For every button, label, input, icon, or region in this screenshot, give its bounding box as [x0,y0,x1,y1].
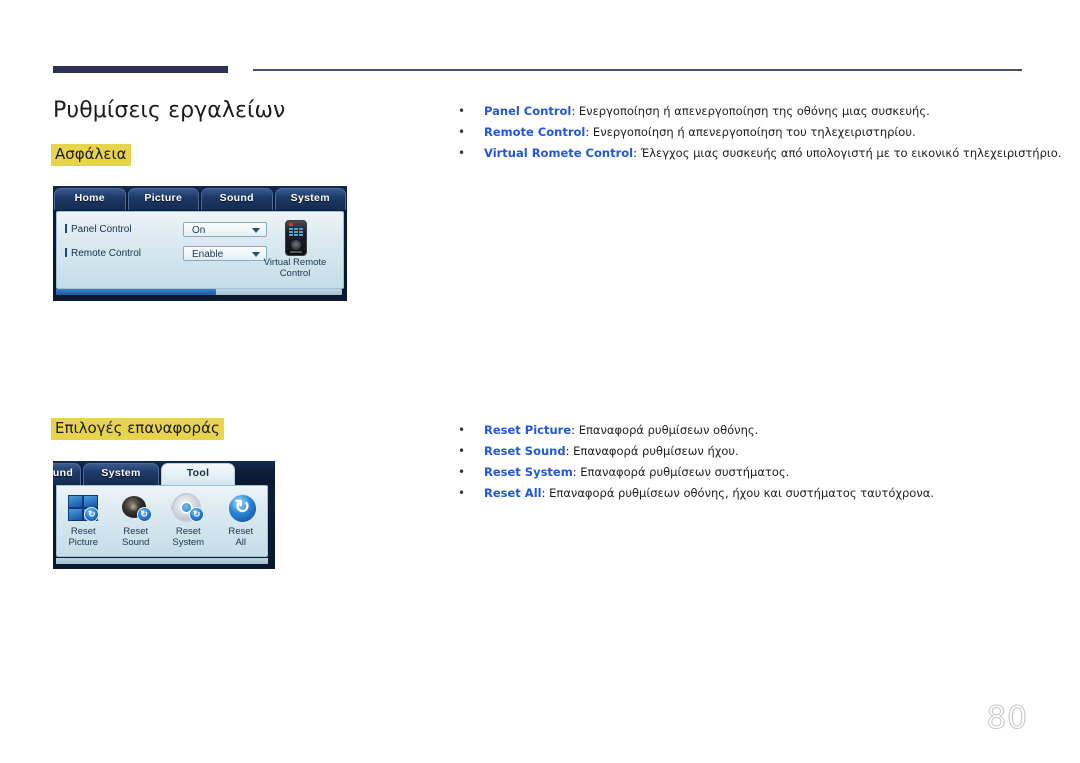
list-item: • Reset System: Επαναφορά ρυθμίσεων συστή… [458,462,934,483]
bullet-marker: • [458,146,466,160]
bullet-list-security: • Panel Control: Ενεργοποίηση ή απενεργοπ… [458,101,1061,164]
virtual-remote-caption-line1: Virtual Remote [263,257,327,268]
reset-system-label-line1: Reset [175,526,201,537]
virtual-remote-control-caption: Virtual Remote Control [245,257,345,279]
bullet-description: Επαναφορά ρυθμίσεων συστήματος. [580,465,790,479]
reset-all-item[interactable]: ↻ Reset All [215,493,268,548]
bullet-marker: • [458,444,466,458]
bullet-term: Reset System [484,465,573,479]
bullet-separator: : [571,423,579,437]
bullet-description: Επαναφορά ρυθμίσεων ήχου. [573,444,739,458]
reset-sound-icon: ↻ [119,493,153,523]
list-item: • Remote Control: Ενεργοποίηση ή απενεργο… [458,122,1061,143]
tab-picture[interactable]: Picture [127,188,199,210]
bullet-description: Ενεργοποίηση ή απενεργοποίηση της οθόνης… [578,104,930,118]
bullet-term: Reset All [484,486,542,500]
osd-panel-body: ↻ Reset Picture ↻ Reset Sound ↻ Reset Sy… [56,485,268,557]
header-accent-bar [53,66,228,73]
bullet-description: Ενεργοποίηση ή απενεργοποίηση του τηλεχε… [592,125,916,139]
bullet-marker: • [458,125,466,139]
reset-picture-icon: ↻ [66,493,100,523]
tab-system[interactable]: System [83,463,159,485]
section-heading-security: Ασφάλεια [51,144,131,167]
bullet-marker: • [458,104,466,118]
panel-control-value: On [192,225,206,236]
osd-scrollbar[interactable] [56,289,342,295]
reset-sound-label-line1: Reset [123,526,149,537]
bullet-marker: • [458,423,466,437]
page-number: 80 [986,700,1028,737]
list-item: • Reset All: Επαναφορά ρυθμίσεων οθόνης, … [458,483,934,504]
reset-all-icon: ↻ [224,493,258,523]
virtual-remote-caption-line2: Control [279,268,311,279]
bullet-separator: : [565,444,574,458]
bullet-description: Επαναφορά ρυθμίσεων οθόνης, ήχου και συσ… [549,486,934,500]
remote-control-value: Enable [192,249,224,260]
reset-picture-label-line2: Picture [68,537,99,548]
header-rule [253,69,1022,71]
remote-control-icon [285,220,307,256]
bullet-separator: : [585,125,593,139]
remote-control-label: Remote Control [65,248,141,259]
bullet-term: Reset Picture [484,423,572,437]
bullet-description: Έλεγχος μιας συσκευής από υπολογιστή με … [640,146,1062,160]
list-item: • Panel Control: Ενεργοποίηση ή απενεργοπ… [458,101,1061,122]
reset-picture-label-line1: Reset [70,526,96,537]
panel-control-label: Panel Control [65,224,132,235]
reset-system-item[interactable]: ↻ Reset System [162,493,215,548]
reset-picture-item[interactable]: ↻ Reset Picture [57,493,110,548]
bullet-marker: • [458,486,466,500]
osd-screenshot-security: Home Picture Sound System Panel Control … [53,186,347,301]
reset-system-icon: ↻ [171,493,205,523]
tab-sound-cropped[interactable]: und [53,463,81,485]
osd-panel-body: Panel Control On Remote Control Enable V… [56,211,344,289]
bullet-term: Virtual Romete Control [484,146,634,160]
osd-screenshot-reset: und System Tool ↻ Reset Picture ↻ Reset … [53,461,275,569]
reset-system-label-line2: System [172,537,205,548]
bullet-marker: • [458,465,466,479]
osd-footer-bar [56,558,268,564]
bullet-term: Remote Control [484,125,586,139]
list-item: • Reset Picture: Επαναφορά ρυθμίσεων οθόν… [458,420,934,441]
reset-sound-label-line2: Sound [122,537,150,548]
bullet-separator: : [541,486,550,500]
virtual-remote-control-item[interactable]: Virtual Remote Control [245,214,345,284]
tab-tool[interactable]: Tool [161,463,235,485]
reset-all-label-line2: All [235,537,247,548]
osd-tabstrip: und System Tool [53,461,275,485]
reset-sound-item[interactable]: ↻ Reset Sound [110,493,163,548]
refresh-icon: ↻ [227,494,257,523]
refresh-badge-icon: ↻ [189,507,205,522]
section-heading-reset: Επιλογές επαναφοράς [51,418,224,441]
bullet-description: Επαναφορά ρυθμίσεων οθόνης. [578,423,759,437]
bullet-separator: : [571,104,579,118]
list-item: • Virtual Romete Control: Έλεγχος μιας συ… [458,143,1061,164]
reset-all-label-line1: Reset [228,526,254,537]
osd-scrollbar-thumb[interactable] [56,289,216,295]
osd-tabstrip: Home Picture Sound System [53,186,347,210]
refresh-badge-icon: ↻ [136,507,152,522]
bullet-list-reset: • Reset Picture: Επαναφορά ρυθμίσεων οθόν… [458,420,934,504]
list-item: • Reset Sound: Επαναφορά ρυθμίσεων ήχου. [458,441,934,462]
bullet-term: Panel Control [484,104,572,118]
page-title: Ρυθμίσεις εργαλείων [53,98,286,123]
tab-system[interactable]: System [274,188,346,210]
bullet-separator: : [633,146,641,160]
bullet-term: Reset Sound [484,444,566,458]
tab-home[interactable]: Home [54,188,126,210]
tab-sound[interactable]: Sound [201,188,273,210]
